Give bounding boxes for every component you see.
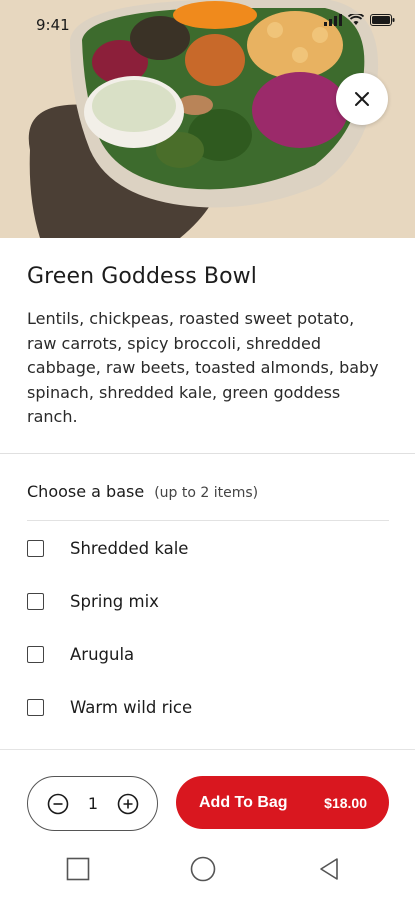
status-time: 9:41 [36, 16, 70, 34]
checkbox[interactable] [27, 699, 44, 716]
divider [0, 749, 415, 750]
divider [0, 453, 415, 454]
decrement-button[interactable] [47, 793, 69, 815]
option-shredded-kale[interactable]: Shredded kale [27, 539, 188, 558]
close-icon [355, 92, 369, 106]
back-button[interactable] [314, 854, 344, 884]
option-warm-wild-rice[interactable]: Warm wild rice [27, 698, 192, 717]
wifi-icon [348, 14, 364, 25]
price-label: $18.00 [324, 794, 367, 811]
system-nav-bar [0, 840, 415, 900]
option-label: Arugula [70, 645, 135, 664]
product-title: Green Goddess Bowl [27, 264, 257, 289]
quantity-value: 1 [87, 794, 99, 813]
home-button[interactable] [188, 854, 218, 884]
checkbox[interactable] [27, 540, 44, 557]
checkbox[interactable] [27, 593, 44, 610]
section-divider [27, 520, 389, 521]
signal-icon [324, 14, 342, 26]
circle-icon [190, 856, 216, 882]
triangle-back-icon [320, 858, 338, 880]
add-to-bag-label: Add To Bag [199, 793, 288, 811]
base-section-title: Choose a base [27, 482, 145, 501]
product-description: Lentils, chickpeas, roasted sweet potato… [27, 309, 379, 426]
option-arugula[interactable]: Arugula [27, 645, 134, 664]
close-button[interactable] [336, 73, 388, 125]
base-section-header: Choose a base (up to 2 items) [27, 482, 258, 501]
minus-circle-icon [47, 793, 69, 814]
base-section-hint: (up to 2 items) [154, 485, 259, 501]
checkbox[interactable] [27, 646, 44, 663]
quantity-stepper: 1 [27, 776, 158, 831]
add-to-bag-button[interactable]: Add To Bag $18.00 [176, 776, 389, 829]
increment-button[interactable] [117, 793, 139, 815]
option-label: Warm wild rice [70, 698, 193, 717]
option-label: Spring mix [70, 592, 159, 611]
recents-button[interactable] [63, 854, 93, 884]
square-icon [66, 857, 90, 881]
status-icons [324, 14, 395, 26]
option-spring-mix[interactable]: Spring mix [27, 592, 159, 611]
battery-icon [370, 14, 395, 26]
option-label: Shredded kale [70, 539, 189, 558]
plus-circle-icon [117, 793, 139, 814]
